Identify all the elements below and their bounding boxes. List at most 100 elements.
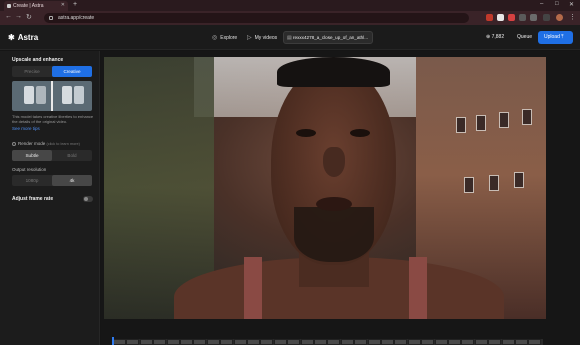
- timeline-frame[interactable]: [314, 339, 327, 345]
- timeline-frame[interactable]: [340, 339, 354, 345]
- extension-icon[interactable]: [519, 14, 526, 21]
- info-icon[interactable]: [12, 142, 16, 146]
- upload-icon: ⤒: [561, 34, 564, 40]
- resolution-option-1080p[interactable]: 1080p: [12, 175, 52, 186]
- timeline-frame[interactable]: [394, 339, 408, 345]
- profile-avatar[interactable]: [556, 14, 563, 21]
- timeline-frame[interactable]: [354, 339, 368, 345]
- frame-rate-label: Adjust frame rate: [12, 196, 54, 202]
- timeline-frame[interactable]: [233, 339, 247, 345]
- timeline-frame[interactable]: [166, 339, 180, 345]
- nav-my-videos-label: My videos: [254, 35, 278, 41]
- nav-explore[interactable]: ◎ Explore: [212, 34, 237, 41]
- app-logo[interactable]: ✱ Astra: [8, 33, 38, 42]
- timeline-frame[interactable]: [367, 339, 381, 345]
- robot-illustration: [24, 86, 34, 104]
- film-icon: ▤: [287, 35, 292, 41]
- site-info-icon[interactable]: [49, 16, 53, 20]
- video-preview[interactable]: [104, 57, 546, 319]
- close-window-button[interactable]: ✕: [569, 1, 574, 8]
- address-bar[interactable]: astra.app/create: [44, 13, 469, 23]
- back-icon[interactable]: ←: [5, 13, 12, 20]
- prompt-chip[interactable]: ▤ rexxx4278_a_close_up_of_an_athl...: [283, 31, 373, 44]
- forward-icon[interactable]: →: [15, 13, 22, 20]
- new-tab-button[interactable]: +: [73, 1, 77, 8]
- tank-strap: [244, 257, 262, 319]
- compass-icon: ◎: [212, 35, 218, 41]
- timeline-frame[interactable]: [528, 339, 542, 345]
- frame-rate-toggle[interactable]: [83, 196, 93, 202]
- credits-value: 7,882: [491, 34, 505, 40]
- timeline-frame[interactable]: [287, 339, 301, 345]
- subject-eye: [296, 129, 316, 137]
- timeline-frame[interactable]: [474, 339, 488, 345]
- close-tab-icon[interactable]: ✕: [61, 2, 65, 8]
- compare-divider: [51, 81, 53, 111]
- timeline-frame[interactable]: [461, 339, 475, 345]
- building-window: [499, 112, 509, 128]
- extension-icon[interactable]: [508, 14, 515, 21]
- timeline-frame[interactable]: [193, 339, 207, 345]
- render-option-bold[interactable]: Bold: [52, 150, 92, 161]
- timeline-frame[interactable]: [273, 339, 287, 345]
- browser-toolbar: ← → ↻ astra.app/create ⋮: [0, 11, 580, 25]
- timeline-frame[interactable]: [327, 339, 341, 345]
- credits-counter[interactable]: ⊕ 7,882: [486, 34, 504, 40]
- timeline-frame[interactable]: [515, 339, 528, 345]
- mode-description: This model takes creative liberties to e…: [12, 114, 94, 124]
- browser-tab[interactable]: Create | Astra ✕: [4, 1, 68, 11]
- timeline-frame[interactable]: [126, 339, 140, 345]
- render-mode-hint[interactable]: (click to learn more): [47, 142, 80, 146]
- timeline-frame[interactable]: [421, 339, 435, 345]
- mode-option-precise[interactable]: Precise: [12, 66, 52, 77]
- subject-mouth: [316, 197, 352, 211]
- timeline-frame[interactable]: [220, 339, 234, 345]
- timeline-frame[interactable]: [247, 339, 260, 345]
- timeline-frame[interactable]: [206, 339, 220, 345]
- minimize-button[interactable]: –: [540, 1, 543, 7]
- timeline-frame[interactable]: [153, 339, 167, 345]
- reload-icon[interactable]: ↻: [26, 13, 32, 21]
- queue-button[interactable]: Queue: [517, 34, 532, 40]
- maximize-button[interactable]: □: [555, 1, 559, 7]
- astra-logo-icon: ✱: [8, 33, 15, 42]
- see-tips-link[interactable]: See more tips: [12, 126, 40, 131]
- sidebar-toggle-icon[interactable]: [543, 14, 550, 21]
- browser-tab-strip: Create | Astra ✕ + – □ ✕: [0, 0, 580, 11]
- upload-label: Upload: [544, 34, 560, 40]
- timeline-frame[interactable]: [300, 339, 314, 345]
- frame-timeline[interactable]: [113, 339, 543, 345]
- browser-menu-icon[interactable]: ⋮: [569, 13, 576, 21]
- upload-button[interactable]: Upload ⤒: [538, 31, 573, 44]
- timeline-frame[interactable]: [407, 339, 421, 345]
- building-window: [489, 175, 499, 191]
- render-option-subtle[interactable]: Subtle: [12, 150, 52, 161]
- render-mode-label: Render mode (click to learn more): [12, 141, 80, 146]
- timeline-frame[interactable]: [501, 339, 515, 345]
- timeline-frame[interactable]: [381, 339, 394, 345]
- prompt-chip-text: rexxx4278_a_close_up_of_an_athl...: [293, 35, 369, 40]
- timeline-frame[interactable]: [448, 339, 461, 345]
- subject-beard: [294, 207, 374, 262]
- timeline-frame[interactable]: [260, 339, 274, 345]
- extension-icon[interactable]: [486, 14, 493, 21]
- output-resolution-toggle: 1080p 4k: [12, 175, 92, 186]
- play-icon: ▷: [247, 35, 252, 41]
- timeline-frame[interactable]: [434, 339, 448, 345]
- tab-title: Create | Astra: [13, 3, 44, 9]
- extensions-puzzle-icon[interactable]: [530, 14, 537, 21]
- resolution-option-4k[interactable]: 4k: [52, 175, 92, 186]
- nav-my-videos[interactable]: ▷ My videos: [247, 34, 277, 41]
- timeline-frame[interactable]: [180, 339, 193, 345]
- extension-icon[interactable]: [497, 14, 504, 21]
- app-header: ✱ Astra ◎ Explore ▷ My videos ▤ rexxx4278_a…: [0, 25, 580, 50]
- timeline-frame[interactable]: [113, 339, 126, 345]
- mode-option-creative[interactable]: Creative: [52, 66, 92, 77]
- favicon-icon: [7, 4, 11, 8]
- timeline-frame[interactable]: [139, 339, 153, 345]
- subject-eye: [350, 129, 370, 137]
- timeline-frame[interactable]: [488, 339, 502, 345]
- settings-sidebar: Upscale and enhance Precise Creative Thi…: [0, 51, 100, 345]
- timeline-playhead[interactable]: [112, 337, 114, 345]
- render-mode-toggle: Subtle Bold: [12, 150, 92, 161]
